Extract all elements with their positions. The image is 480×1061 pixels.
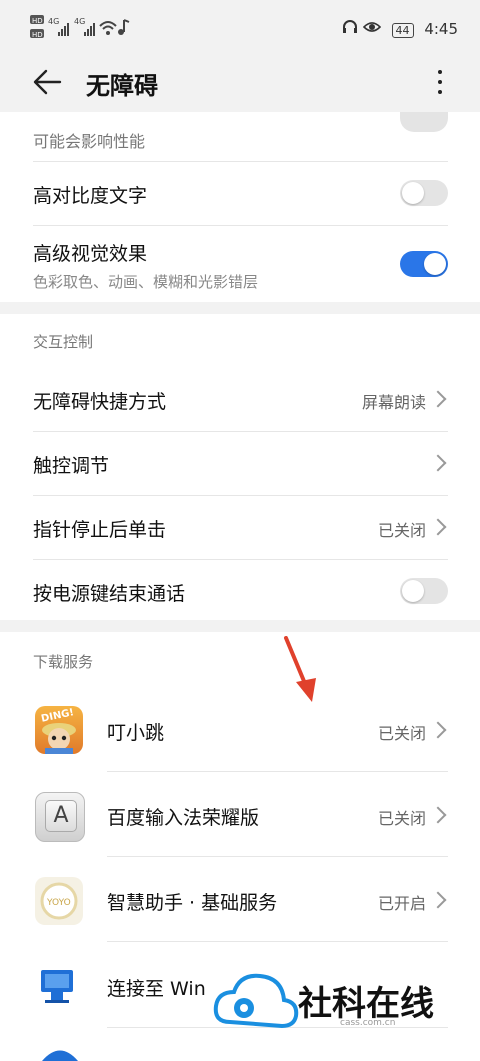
high-contrast-toggle[interactable]: [400, 180, 448, 206]
watermark-url: cass.com.cn: [340, 1018, 396, 1028]
svg-text:4G: 4G: [48, 17, 59, 26]
divider: [33, 225, 448, 226]
performance-note: 可能会影响性能: [33, 132, 146, 151]
pointer-click-row[interactable]: [0, 498, 480, 558]
svg-text:HD: HD: [32, 31, 43, 39]
status-left-icons: HD HD 4G 4G: [30, 14, 150, 47]
eye-icon: [362, 20, 386, 38]
signal-wifi-music-icons: HD HD 4G 4G: [30, 15, 130, 39]
headphone-icon: [342, 20, 363, 38]
partial-toggle[interactable]: [400, 112, 448, 132]
next-app-icon-partial: [40, 1046, 80, 1061]
more-options-icon[interactable]: [432, 66, 448, 98]
divider: [107, 941, 448, 942]
clock-time: 4:45: [424, 20, 458, 38]
section-title-downloads: 下载服务: [33, 653, 94, 671]
shortcut-row[interactable]: [0, 370, 480, 430]
advanced-visual-subtitle: 色彩取色、动画、模糊和光影错层: [33, 273, 259, 291]
high-contrast-label: 高对比度文字: [33, 185, 148, 207]
svg-text:HD: HD: [32, 17, 43, 25]
divider: [107, 771, 448, 772]
advanced-visual-toggle[interactable]: [400, 251, 448, 277]
divider: [33, 431, 448, 432]
battery-indicator: 44: [391, 23, 414, 38]
divider: [33, 559, 448, 560]
download-item-row[interactable]: [0, 775, 480, 855]
divider: [33, 495, 448, 496]
divider: [107, 856, 448, 857]
advanced-visual-label: 高级视觉效果: [33, 243, 148, 265]
touch-adjust-row[interactable]: [0, 434, 480, 494]
back-button[interactable]: [30, 64, 66, 100]
download-item-row[interactable]: [0, 690, 480, 770]
page-title: 无障碍: [86, 72, 158, 100]
power-end-call-toggle[interactable]: [400, 578, 448, 604]
section-title-interaction: 交互控制: [33, 333, 94, 351]
divider: [33, 161, 448, 162]
annotation-arrow-icon: [280, 636, 320, 706]
svg-text:4G: 4G: [74, 17, 85, 26]
arrow-left-icon: [33, 69, 62, 95]
cloud-logo-icon: [213, 973, 299, 1029]
app-bar: [0, 58, 480, 110]
status-right: 44 4:45: [342, 20, 458, 38]
download-item-row[interactable]: [0, 860, 480, 940]
power-end-call-label: 按电源键结束通话: [33, 583, 186, 605]
